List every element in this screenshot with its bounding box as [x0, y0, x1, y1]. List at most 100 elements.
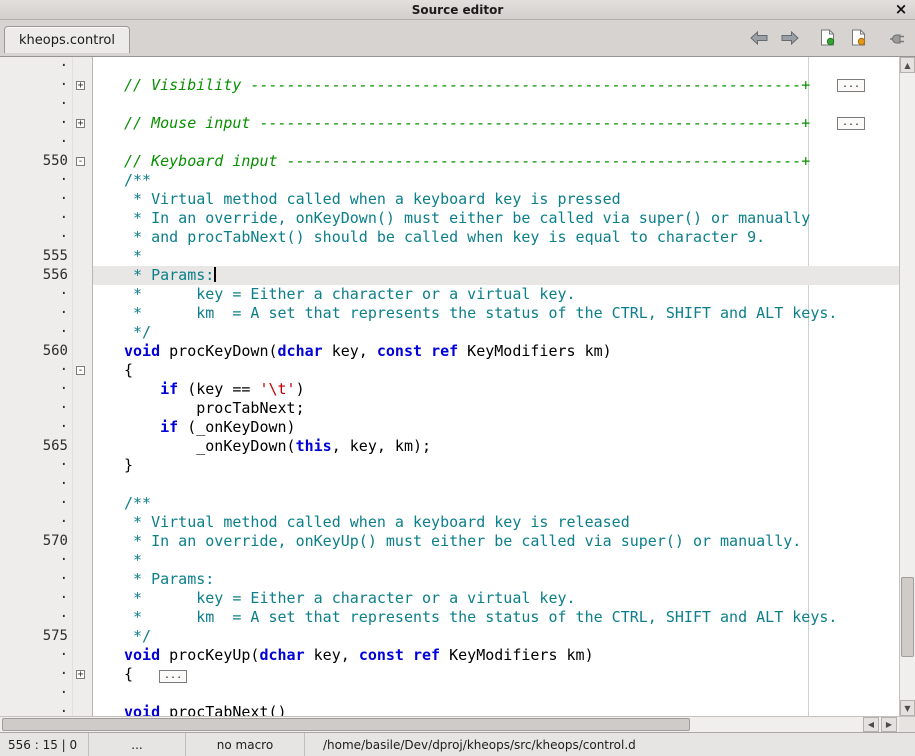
- code-line[interactable]: * Virtual method called when a keyboard …: [93, 190, 899, 209]
- code-line[interactable]: */: [93, 323, 899, 342]
- tab-kheops-control[interactable]: kheops.control: [4, 26, 130, 53]
- line-dot: ·: [0, 513, 68, 532]
- gutter-row: ·: [0, 684, 92, 703]
- code-line[interactable]: // Keyboard input ----------------------…: [93, 152, 899, 171]
- code-line[interactable]: void procKeyUp(dchar key, const ref KeyM…: [93, 646, 899, 665]
- fold-ellipsis-box[interactable]: ...: [837, 117, 865, 130]
- line-dot: ·: [0, 380, 68, 399]
- fold-ellipsis-box[interactable]: ...: [159, 670, 187, 683]
- text-caret: [214, 267, 216, 282]
- code-line[interactable]: // Visibility --------------------------…: [93, 76, 899, 95]
- code-line[interactable]: /**: [93, 171, 899, 190]
- code-token: * key = Either a character or a virtual …: [124, 285, 576, 303]
- document-green-dot-icon: [820, 29, 835, 49]
- gutter-row: ·: [0, 418, 92, 437]
- code-line[interactable]: [93, 95, 899, 114]
- scroll-left-button[interactable]: ◀: [863, 717, 879, 732]
- scroll-down-icon: ▼: [904, 704, 910, 713]
- status-panel-2: ...: [89, 733, 186, 756]
- code-line[interactable]: [93, 133, 899, 152]
- code-line[interactable]: * Params:: [93, 570, 899, 589]
- code-line[interactable]: * In an override, onKeyDown() must eithe…: [93, 209, 899, 228]
- code-line[interactable]: void procKeyDown(dchar key, const ref Ke…: [93, 342, 899, 361]
- code-line[interactable]: }: [93, 456, 899, 475]
- code-token: // Keyboard input ----------------------…: [124, 152, 810, 170]
- fold-collapsed-icon[interactable]: +: [76, 119, 85, 128]
- code-token: procTabNext(): [160, 703, 286, 716]
- code-token: void: [124, 646, 160, 664]
- gutter-row: ·: [0, 228, 92, 247]
- line-dot: ·: [0, 304, 68, 323]
- vertical-scrollbar[interactable]: ▲ ▼: [899, 57, 915, 716]
- code-line[interactable]: * km = A set that represents the status …: [93, 304, 899, 323]
- editor-area: ··+··+·550-····555556···560·-···565····5…: [0, 57, 915, 716]
- line-dot: ·: [0, 703, 68, 716]
- line-dot: ·: [0, 475, 68, 494]
- code-pane[interactable]: // Visibility --------------------------…: [93, 57, 899, 716]
- code-token: * Virtual method called when a keyboard …: [124, 190, 621, 208]
- code-line[interactable]: * key = Either a character or a virtual …: [93, 285, 899, 304]
- nav-forward-button[interactable]: [778, 27, 802, 51]
- code-token: * In an override, onKeyDown() must eithe…: [124, 209, 810, 227]
- gutter-row: ·+: [0, 665, 92, 684]
- fold-collapsed-icon[interactable]: +: [76, 81, 85, 90]
- code-line[interactable]: [93, 57, 899, 76]
- code-line[interactable]: [93, 475, 899, 494]
- code-line[interactable]: /**: [93, 494, 899, 513]
- window-close-button[interactable]: ×: [893, 0, 909, 19]
- code-line-current[interactable]: * Params:: [93, 266, 899, 285]
- fold-expanded-icon[interactable]: -: [76, 157, 85, 166]
- gutter-row: ·: [0, 171, 92, 190]
- line-number: 570: [0, 532, 68, 551]
- line-number: 555: [0, 247, 68, 266]
- code-token: {: [124, 361, 133, 379]
- code-line[interactable]: * Virtual method called when a keyboard …: [93, 513, 899, 532]
- gutter-row: ·: [0, 304, 92, 323]
- file-path-panel: /home/basile/Dev/dproj/kheops/src/kheops…: [305, 733, 915, 756]
- nav-back-button[interactable]: [747, 27, 771, 51]
- scroll-down-button[interactable]: ▼: [900, 700, 915, 716]
- scroll-right-button[interactable]: ▶: [881, 717, 897, 732]
- scroll-up-button[interactable]: ▲: [900, 57, 915, 73]
- code-token: /**: [124, 494, 151, 512]
- code-line[interactable]: * and procTabNext() should be called whe…: [93, 228, 899, 247]
- line-dot: ·: [0, 133, 68, 152]
- code-token: procTabNext;: [124, 399, 305, 417]
- gutter-row: ·: [0, 551, 92, 570]
- scrollbar-corner: [899, 716, 915, 732]
- code-line[interactable]: */: [93, 627, 899, 646]
- code-line[interactable]: *: [93, 551, 899, 570]
- line-dot: ·: [0, 285, 68, 304]
- code-line[interactable]: {: [93, 361, 899, 380]
- horizontal-scrollbar-thumb[interactable]: [2, 718, 690, 731]
- code-line[interactable]: *: [93, 247, 899, 266]
- fold-expanded-icon[interactable]: -: [76, 366, 85, 375]
- window-titlebar[interactable]: Source editor ×: [0, 0, 915, 20]
- fold-collapsed-icon[interactable]: +: [76, 670, 85, 679]
- status-bar: 556 : 15 | 0 ... no macro /home/basile/D…: [0, 732, 915, 756]
- code-line[interactable]: _onKeyDown(this, key, km);: [93, 437, 899, 456]
- line-dot: ·: [0, 361, 68, 380]
- horizontal-scrollbar[interactable]: ◀ ▶: [0, 716, 899, 732]
- code-line[interactable]: * key = Either a character or a virtual …: [93, 589, 899, 608]
- code-token: *: [124, 551, 142, 569]
- code-line[interactable]: {...: [93, 665, 899, 684]
- vertical-scrollbar-thumb[interactable]: [901, 577, 914, 657]
- code-line[interactable]: void procTabNext(): [93, 703, 899, 716]
- code-line[interactable]: if (key == '\t'): [93, 380, 899, 399]
- code-line[interactable]: * In an override, onKeyUp() must either …: [93, 532, 899, 551]
- code-line[interactable]: // Mouse input -------------------------…: [93, 114, 899, 133]
- fold-ellipsis-box[interactable]: ...: [837, 79, 865, 92]
- code-line[interactable]: [93, 684, 899, 703]
- new-document-button[interactable]: [815, 27, 839, 51]
- code-token: */: [124, 627, 151, 645]
- code-line[interactable]: * km = A set that represents the status …: [93, 608, 899, 627]
- code-line[interactable]: procTabNext;: [93, 399, 899, 418]
- code-token: * key = Either a character or a virtual …: [124, 589, 576, 607]
- open-document-button[interactable]: [846, 27, 870, 51]
- code-token: * km = A set that represents the status …: [124, 608, 837, 626]
- detach-editor-button[interactable]: [883, 27, 907, 51]
- code-line[interactable]: if (_onKeyDown): [93, 418, 899, 437]
- line-dot: ·: [0, 456, 68, 475]
- gutter-row: ·: [0, 57, 92, 76]
